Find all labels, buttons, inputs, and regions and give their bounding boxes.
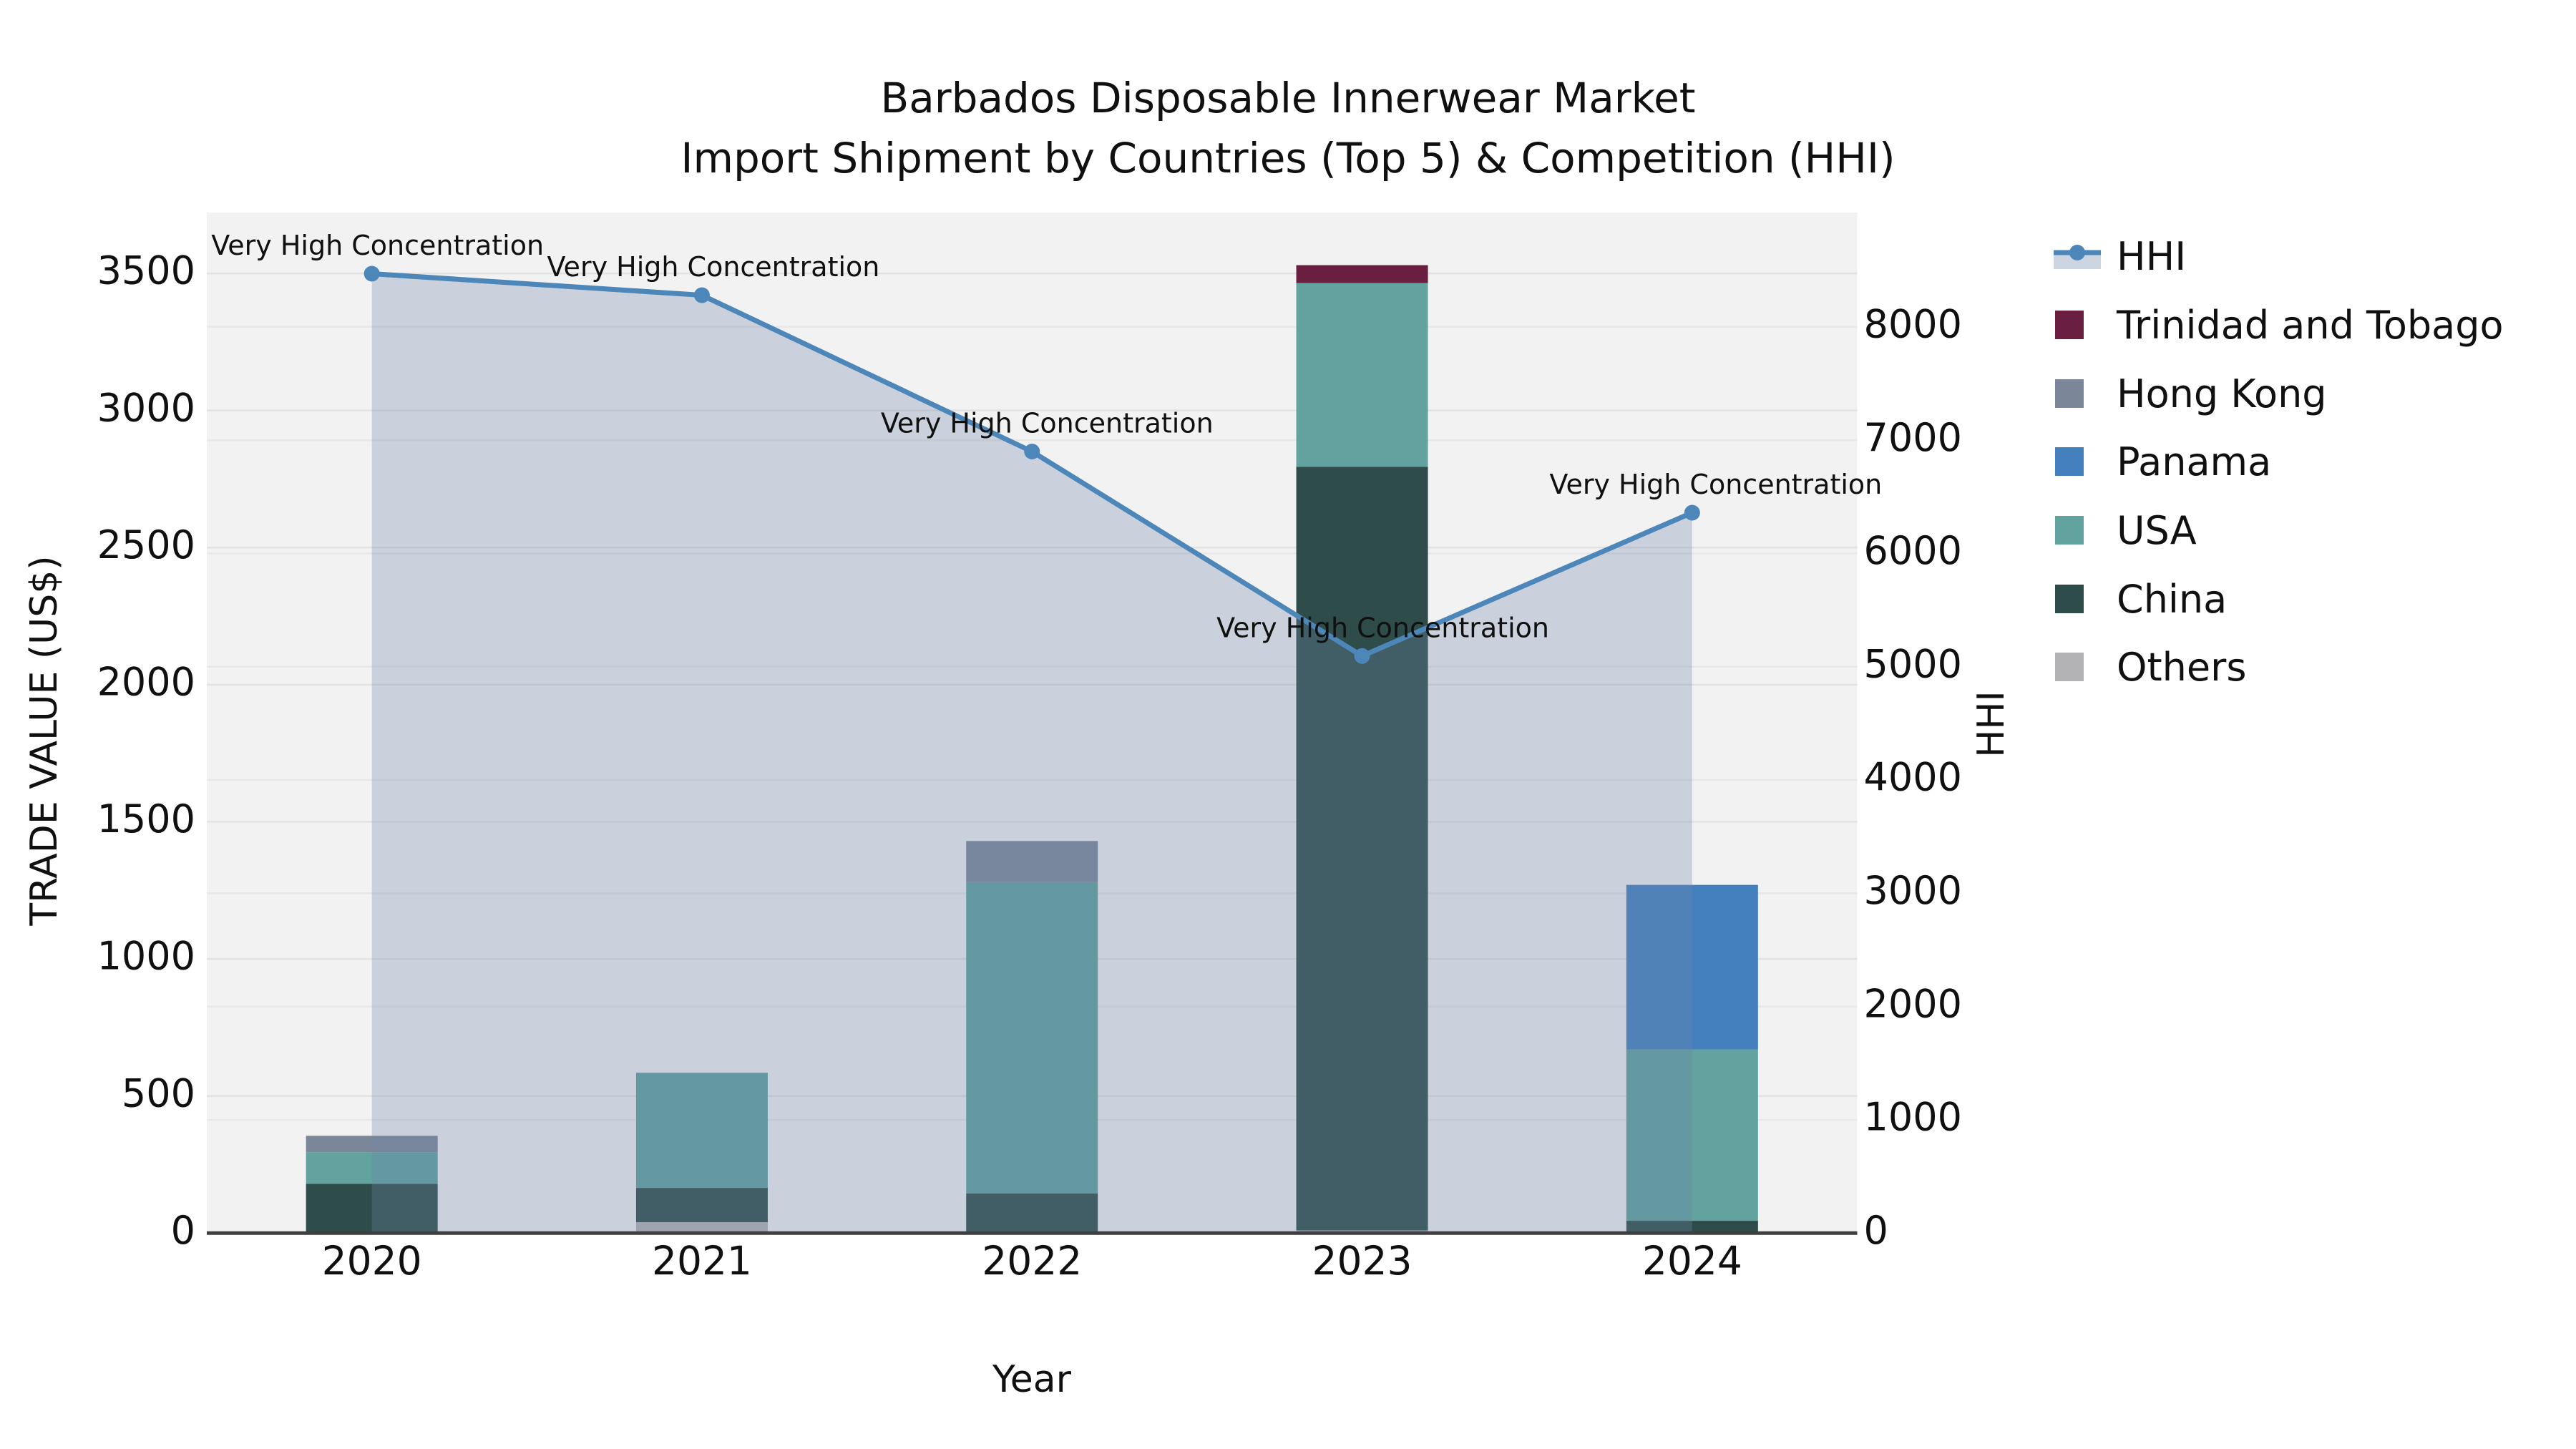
left-tick-label: 1000 [97, 934, 195, 979]
x-tick-label: 2023 [1312, 1238, 1413, 1284]
left-tick-label: 2000 [97, 660, 195, 705]
legend-label: Others [2117, 644, 2247, 690]
left-tick-label: 1500 [97, 796, 195, 841]
legend-label: USA [2117, 507, 2197, 553]
legend-item-others[interactable]: Others [2044, 633, 2246, 701]
annotation-label: Very High Concentration [547, 251, 880, 283]
right-tick-label: 3000 [1864, 868, 1962, 913]
legend-item-china[interactable]: China [2044, 565, 2227, 633]
chart-canvas: Very High ConcentrationVery High Concent… [97, 213, 1962, 1284]
left-axis-title: TRADE VALUE (US$) [23, 555, 66, 926]
x-axis-title: Year [992, 1358, 1072, 1401]
left-tick-label: 3000 [97, 385, 195, 430]
legend-swatch-icon [2055, 311, 2084, 339]
right-tick-label: 8000 [1864, 302, 1962, 347]
left-tick-label: 2500 [97, 522, 195, 567]
legend-label: HHI [2117, 233, 2187, 279]
right-tick-label: 2000 [1864, 981, 1962, 1026]
legend-swatch-icon [2055, 653, 2084, 681]
legend-item-hong-kong[interactable]: Hong Kong [2044, 359, 2327, 428]
legend-item-panama[interactable]: Panama [2044, 427, 2271, 496]
legend-swatch-icon [2055, 585, 2084, 613]
right-tick-label: 0 [1864, 1208, 1888, 1253]
legend-item-trinidad-and-tobago[interactable]: Trinidad and Tobago [2044, 291, 2504, 359]
legend-glyph-slot [2044, 653, 2107, 681]
legend-glyph-slot [2044, 240, 2107, 272]
left-tick-label: 3500 [97, 248, 195, 293]
hhi-marker-2021[interactable] [693, 287, 710, 303]
legend-item-hhi[interactable]: HHI [2044, 222, 2186, 291]
hhi-legend-glyph-icon [2054, 245, 2101, 269]
annotation-label: Very High Concentration [881, 408, 1214, 439]
legend-label: Hong Kong [2117, 371, 2327, 416]
right-tick-label: 5000 [1864, 641, 1962, 686]
legend-swatch-icon [2055, 379, 2084, 408]
annotation-label: Very High Concentration [1549, 469, 1882, 500]
legend-item-usa[interactable]: USA [2044, 496, 2197, 565]
right-axis-title: HHI [1970, 691, 2013, 758]
right-tick-label: 6000 [1864, 528, 1962, 573]
x-tick-label: 2020 [322, 1238, 422, 1284]
bar-segment-usa-2023[interactable] [1296, 283, 1428, 467]
left-tick-label: 500 [122, 1070, 195, 1116]
x-tick-label: 2021 [652, 1238, 752, 1284]
right-tick-label: 4000 [1864, 755, 1962, 800]
right-tick-label: 1000 [1864, 1095, 1962, 1140]
legend-swatch-icon [2055, 516, 2084, 545]
legend-label: Trinidad and Tobago [2117, 302, 2504, 348]
legend-glyph-slot [2044, 379, 2107, 408]
legend-label: Panama [2117, 439, 2272, 484]
legend-label: China [2117, 576, 2228, 622]
x-tick-label: 2024 [1642, 1238, 1742, 1284]
hhi-marker-2022[interactable] [1024, 444, 1040, 460]
legend-glyph-slot [2044, 585, 2107, 613]
legend-glyph-slot [2044, 516, 2107, 545]
annotation-label: Very High Concentration [211, 230, 544, 261]
figure: Barbados Disposable Innerwear Market Imp… [0, 0, 2576, 1449]
left-tick-label: 0 [171, 1208, 195, 1253]
bar-segment-trinidad-and-tobago-2023[interactable] [1296, 265, 1428, 283]
hhi-marker-2024[interactable] [1684, 504, 1700, 521]
hhi-marker-2023[interactable] [1354, 648, 1370, 664]
legend-glyph-slot [2044, 447, 2107, 476]
right-tick-label: 7000 [1864, 415, 1962, 460]
legend-swatch-icon [2055, 447, 2084, 476]
hhi-marker-2020[interactable] [364, 265, 380, 282]
x-tick-label: 2022 [982, 1238, 1082, 1284]
legend-glyph-slot [2044, 311, 2107, 339]
annotation-label: Very High Concentration [1216, 612, 1549, 643]
